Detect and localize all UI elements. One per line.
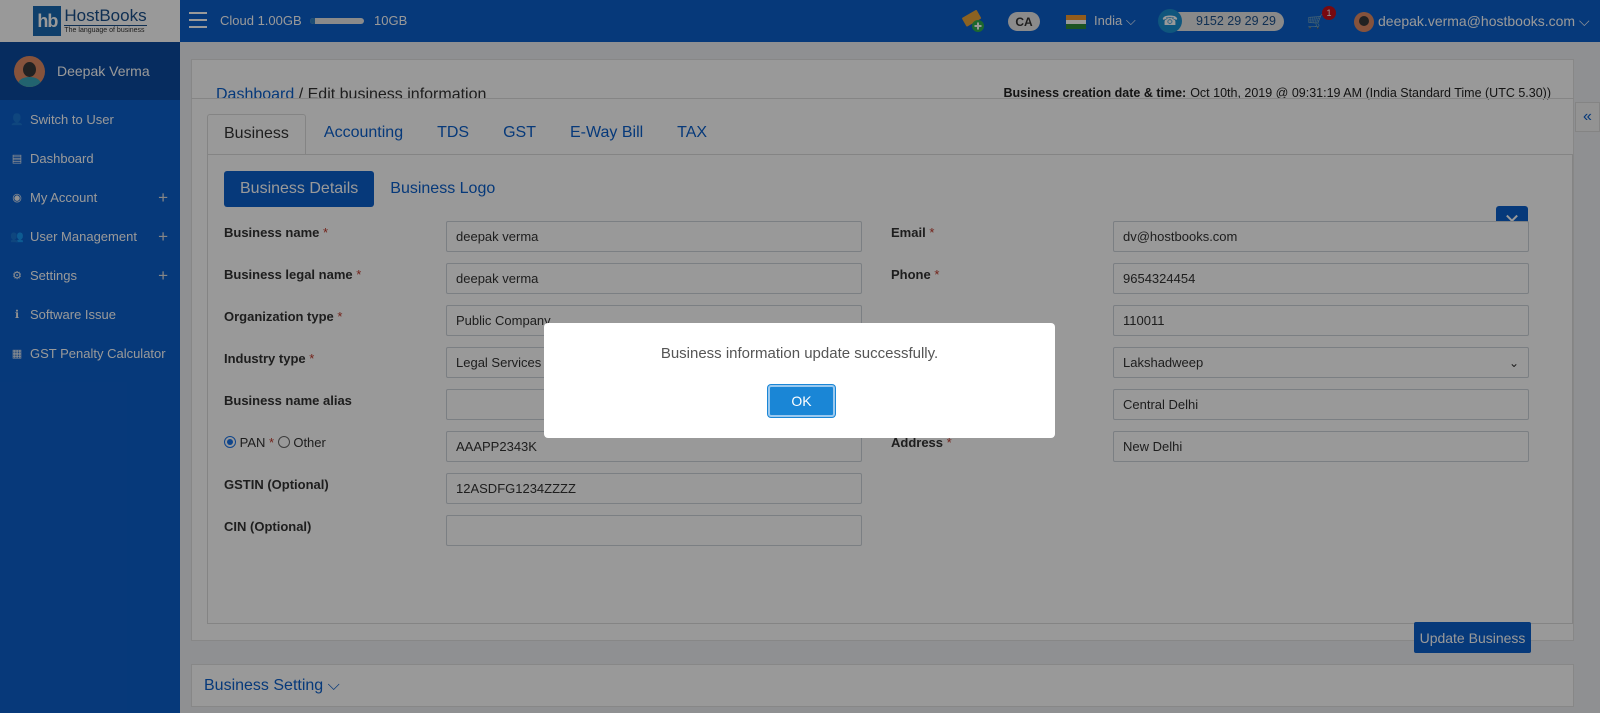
ok-button[interactable]: OK — [768, 385, 835, 417]
dialog-message: Business information update successfully… — [660, 345, 939, 362]
success-dialog: Business information update successfully… — [544, 323, 1055, 438]
